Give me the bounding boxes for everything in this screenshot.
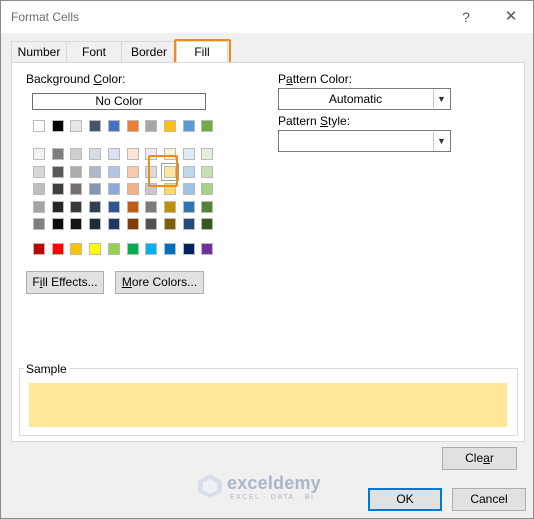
color-swatch[interactable] bbox=[70, 165, 82, 178]
sample-preview bbox=[29, 383, 507, 427]
color-swatch[interactable] bbox=[52, 183, 64, 195]
color-swatch[interactable] bbox=[52, 200, 64, 213]
color-swatch[interactable] bbox=[183, 120, 195, 132]
color-swatch[interactable] bbox=[127, 243, 139, 255]
color-swatch[interactable] bbox=[89, 120, 101, 132]
color-swatch[interactable] bbox=[164, 200, 176, 213]
color-swatch[interactable] bbox=[52, 243, 64, 255]
color-swatch[interactable] bbox=[52, 148, 64, 160]
color-swatch[interactable] bbox=[127, 120, 139, 132]
more-colors-button[interactable]: More Colors... bbox=[115, 271, 204, 294]
color-swatch[interactable] bbox=[89, 218, 101, 230]
color-swatch[interactable] bbox=[201, 243, 213, 255]
color-swatch[interactable] bbox=[145, 243, 157, 255]
sample-label: Sample bbox=[24, 362, 69, 376]
pattern-style-dropdown[interactable]: ▼ bbox=[278, 130, 451, 152]
color-swatch[interactable] bbox=[201, 200, 213, 213]
ok-button[interactable]: OK bbox=[368, 488, 442, 511]
color-swatch[interactable] bbox=[108, 200, 120, 213]
background-color-label: Background Color: bbox=[26, 72, 126, 86]
color-swatch[interactable] bbox=[183, 183, 195, 195]
help-button[interactable]: ? bbox=[456, 7, 476, 27]
color-swatch[interactable] bbox=[164, 148, 176, 160]
color-swatch[interactable] bbox=[70, 243, 82, 255]
color-swatch[interactable] bbox=[70, 183, 82, 195]
tab-font[interactable]: Font bbox=[66, 41, 122, 63]
watermark-name: exceldemy bbox=[227, 473, 321, 493]
dialog-title: Format Cells bbox=[11, 10, 80, 24]
color-swatch[interactable] bbox=[164, 218, 176, 230]
color-swatch[interactable] bbox=[183, 165, 195, 178]
color-swatch[interactable] bbox=[108, 218, 120, 230]
color-swatch[interactable] bbox=[127, 183, 139, 195]
close-button[interactable]: ✕ bbox=[501, 7, 521, 27]
color-swatch[interactable] bbox=[108, 183, 120, 195]
color-swatch[interactable] bbox=[145, 120, 157, 132]
color-swatch[interactable] bbox=[70, 148, 82, 160]
no-color-button[interactable]: No Color bbox=[32, 93, 206, 110]
color-swatch[interactable] bbox=[201, 148, 213, 160]
color-swatch[interactable] bbox=[201, 183, 213, 195]
chevron-down-icon[interactable]: ▼ bbox=[433, 90, 449, 108]
exceldemy-logo-icon bbox=[198, 474, 222, 498]
color-swatch[interactable] bbox=[127, 200, 139, 213]
color-swatch[interactable] bbox=[127, 218, 139, 230]
color-swatch[interactable] bbox=[145, 200, 157, 213]
color-swatch[interactable] bbox=[89, 148, 101, 160]
format-cells-dialog: Format Cells ? ✕ Number Font Border Fill… bbox=[0, 0, 534, 519]
color-swatch[interactable] bbox=[164, 120, 176, 132]
color-swatch[interactable] bbox=[164, 183, 176, 195]
title-bar: Format Cells ? ✕ bbox=[1, 1, 533, 33]
color-swatch[interactable] bbox=[108, 243, 120, 255]
color-swatch[interactable] bbox=[183, 218, 195, 230]
color-swatch[interactable] bbox=[145, 183, 157, 195]
clear-button[interactable]: Clear bbox=[442, 447, 517, 470]
color-swatch[interactable] bbox=[164, 243, 176, 255]
fill-panel: Background Color: No Color Fill Effects.… bbox=[11, 62, 525, 442]
color-swatch[interactable] bbox=[89, 243, 101, 255]
color-swatch[interactable] bbox=[183, 148, 195, 160]
color-swatch[interactable] bbox=[89, 183, 101, 195]
pattern-color-value: Automatic bbox=[328, 92, 383, 106]
color-swatch[interactable] bbox=[70, 200, 82, 213]
color-swatch[interactable] bbox=[145, 148, 157, 160]
color-swatch[interactable] bbox=[33, 148, 45, 160]
color-swatch[interactable] bbox=[183, 243, 195, 255]
color-swatch[interactable] bbox=[33, 120, 45, 132]
cancel-button[interactable]: Cancel bbox=[452, 488, 526, 511]
fill-effects-button[interactable]: Fill Effects... bbox=[26, 271, 104, 294]
color-swatch[interactable] bbox=[33, 165, 45, 178]
color-swatch[interactable] bbox=[70, 120, 82, 132]
color-swatch[interactable] bbox=[164, 165, 176, 178]
pattern-color-label: Pattern Color: bbox=[278, 72, 353, 86]
color-swatch[interactable] bbox=[33, 218, 45, 230]
color-swatch[interactable] bbox=[52, 120, 64, 132]
color-swatch[interactable] bbox=[201, 165, 213, 178]
color-swatch[interactable] bbox=[145, 218, 157, 230]
tab-border[interactable]: Border bbox=[121, 41, 177, 63]
color-swatch[interactable] bbox=[145, 165, 157, 178]
color-swatch[interactable] bbox=[201, 120, 213, 132]
color-swatch[interactable] bbox=[108, 120, 120, 132]
color-swatch[interactable] bbox=[108, 148, 120, 160]
color-swatch[interactable] bbox=[89, 200, 101, 213]
pattern-style-label: Pattern Style: bbox=[278, 114, 351, 128]
color-swatch[interactable] bbox=[108, 165, 120, 178]
tab-number[interactable]: Number bbox=[11, 41, 67, 63]
tab-fill[interactable]: Fill bbox=[176, 41, 228, 64]
color-swatch[interactable] bbox=[201, 218, 213, 230]
color-swatch[interactable] bbox=[127, 148, 139, 160]
color-swatch[interactable] bbox=[33, 243, 45, 255]
color-swatch[interactable] bbox=[33, 200, 45, 213]
watermark-tagline: EXCEL · DATA · BI bbox=[230, 494, 315, 501]
color-swatch[interactable] bbox=[183, 200, 195, 213]
pattern-color-dropdown[interactable]: Automatic ▼ bbox=[278, 88, 451, 110]
color-swatch[interactable] bbox=[33, 183, 45, 195]
color-swatch[interactable] bbox=[52, 218, 64, 230]
color-swatch[interactable] bbox=[52, 165, 64, 178]
color-swatch[interactable] bbox=[70, 218, 82, 230]
color-swatch[interactable] bbox=[89, 165, 101, 178]
chevron-down-icon[interactable]: ▼ bbox=[433, 132, 449, 150]
color-swatch[interactable] bbox=[127, 165, 139, 178]
